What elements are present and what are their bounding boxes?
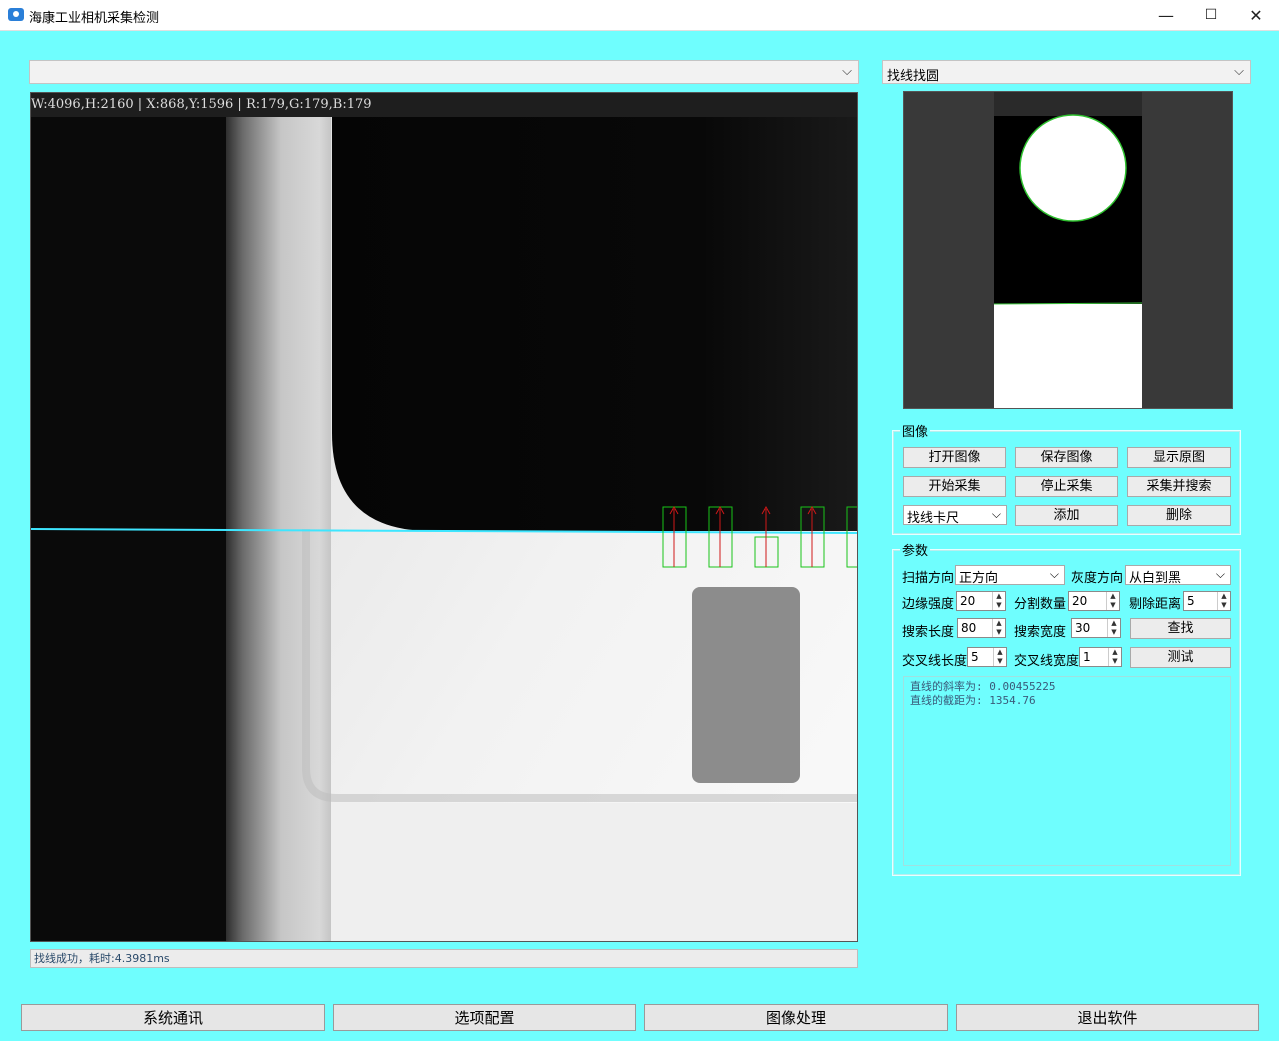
system-comm-button[interactable]: 系统通讯 (21, 1004, 325, 1031)
show-original-button[interactable]: 显示原图 (1127, 447, 1231, 468)
options-config-button[interactable]: 选项配置 (333, 1004, 636, 1031)
search-length-value: 80 (961, 621, 977, 635)
open-image-button[interactable]: 打开图像 (903, 447, 1006, 468)
split-count-label: 分割数量 (1014, 597, 1067, 612)
image-viewer[interactable]: W:4096,H:2160 | X:868,Y:1596 | R:179,G:1… (30, 92, 858, 942)
minimize-button[interactable]: — (1143, 0, 1189, 31)
cross-width-label: 交叉线宽度 (1014, 654, 1080, 669)
cross-length-value: 5 (971, 650, 979, 664)
camera-icon (8, 8, 24, 21)
scan-direction-select[interactable]: 正方向 ⌵ (955, 565, 1065, 586)
chevron-down-icon: ⌵ (1234, 64, 1244, 79)
chevron-down-icon: ⌵ (1215, 567, 1225, 581)
tool-select-value: 找线卡尺 (907, 511, 960, 526)
gray-direction-select[interactable]: 从白到黑 ⌵ (1125, 565, 1231, 586)
status-bar: 找线成功，耗时:4.3981ms (30, 949, 858, 968)
reject-distance-value: 5 (1187, 594, 1195, 608)
pixel-readout: W:4096,H:2160 | X:868,Y:1596 | R:179,G:1… (31, 93, 857, 117)
window-title: 海康工业相机采集检测 (29, 11, 160, 26)
scan-direction-label: 扫描方向 (902, 571, 955, 586)
spin-arrows-icon[interactable]: ▲ ▼ (1217, 592, 1230, 610)
cross-width-input[interactable]: 1 ▲ ▼ (1079, 647, 1122, 667)
image-group-title: 图像 (900, 421, 931, 440)
capture-and-search-button[interactable]: 采集并搜索 (1127, 476, 1231, 497)
image-processing-button[interactable]: 图像处理 (644, 1004, 948, 1031)
chevron-down-icon: ⌵ (1049, 567, 1059, 581)
maximize-button[interactable]: ☐ (1188, 0, 1234, 31)
spin-arrows-icon[interactable]: ▲ ▼ (992, 619, 1005, 637)
edge-strength-value: 20 (960, 594, 976, 608)
chevron-down-icon: ⌵ (991, 507, 1001, 521)
mode-select-value: 找线找圆 (887, 69, 940, 84)
reject-distance-label: 剔除距离 (1129, 597, 1182, 612)
thumbnail-image (904, 92, 1232, 408)
title-bar: 海康工业相机采集检测 — ☐ ✕ (0, 0, 1279, 31)
search-width-input[interactable]: 30 ▲ ▼ (1071, 618, 1121, 638)
add-button[interactable]: 添加 (1015, 505, 1118, 526)
scan-direction-value: 正方向 (959, 571, 999, 586)
spin-arrows-icon[interactable]: ▲ ▼ (1107, 619, 1120, 637)
mode-select[interactable]: 找线找圆 ⌵ (882, 60, 1251, 84)
thumbnail-preview[interactable] (903, 91, 1233, 409)
edge-strength-input[interactable]: 20 ▲ ▼ (956, 591, 1006, 611)
tool-select[interactable]: 找线卡尺 ⌵ (903, 505, 1007, 526)
test-button[interactable]: 测试 (1130, 647, 1231, 668)
chevron-down-icon: ⌵ (842, 64, 852, 79)
search-width-value: 30 (1075, 621, 1091, 635)
gray-direction-value: 从白到黑 (1129, 571, 1182, 586)
edge-strength-label: 边缘强度 (902, 597, 955, 612)
camera-select[interactable]: ⌵ (29, 60, 859, 84)
search-length-label: 搜索长度 (902, 625, 955, 640)
slope-result: 直线的斜率为: 0.00455225 (910, 680, 1056, 693)
search-width-label: 搜索宽度 (1014, 625, 1067, 640)
save-image-button[interactable]: 保存图像 (1015, 447, 1118, 468)
params-group-title: 参数 (900, 540, 931, 559)
spin-arrows-icon[interactable]: ▲ ▼ (1108, 648, 1121, 666)
spin-arrows-icon[interactable]: ▲ ▼ (1106, 592, 1119, 610)
search-length-input[interactable]: 80 ▲ ▼ (957, 618, 1006, 638)
cross-length-label: 交叉线长度 (902, 654, 968, 669)
stop-capture-button[interactable]: 停止采集 (1015, 476, 1118, 497)
split-count-value: 20 (1072, 594, 1088, 608)
result-textbox[interactable]: 直线的斜率为: 0.00455225 直线的截距为: 1354.76 (903, 676, 1231, 866)
close-button[interactable]: ✕ (1233, 0, 1279, 31)
spin-arrows-icon[interactable]: ▲ ▼ (993, 648, 1006, 666)
start-capture-button[interactable]: 开始采集 (903, 476, 1006, 497)
gray-direction-label: 灰度方向 (1071, 571, 1124, 586)
split-count-input[interactable]: 20 ▲ ▼ (1068, 591, 1120, 611)
cross-width-value: 1 (1083, 650, 1091, 664)
spin-arrows-icon[interactable]: ▲ ▼ (992, 592, 1005, 610)
reject-distance-input[interactable]: 5 ▲ ▼ (1183, 591, 1231, 611)
find-button[interactable]: 查找 (1130, 618, 1231, 639)
cross-length-input[interactable]: 5 ▲ ▼ (967, 647, 1007, 667)
intercept-result: 直线的截距为: 1354.76 (910, 694, 1036, 707)
exit-software-button[interactable]: 退出软件 (956, 1004, 1259, 1031)
delete-button[interactable]: 删除 (1127, 505, 1231, 526)
camera-image (31, 93, 857, 941)
